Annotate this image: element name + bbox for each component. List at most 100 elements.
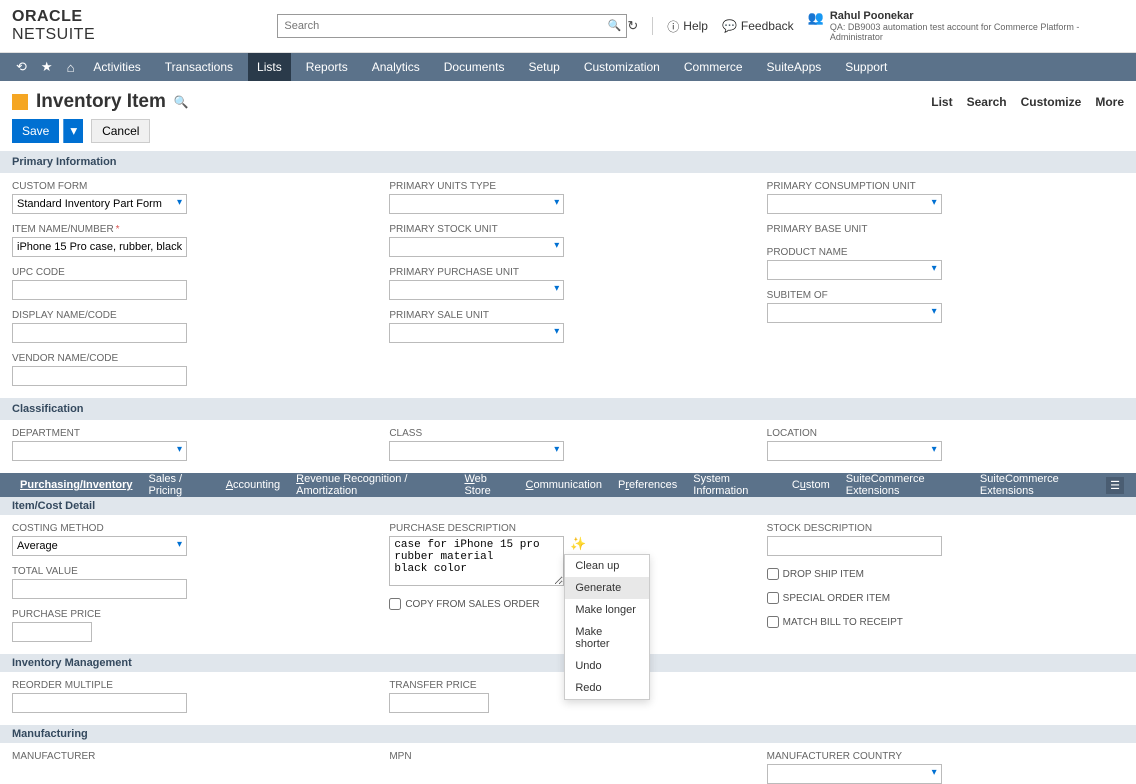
- search-input[interactable]: [277, 14, 627, 38]
- reorder-multiple-label: REORDER MULTIPLE: [12, 680, 369, 691]
- drop-ship-checkbox[interactable]: [767, 568, 779, 580]
- user-role: QA: DB9003 automation test account for C…: [830, 22, 1124, 42]
- purchase-desc-textarea[interactable]: [389, 536, 564, 586]
- menu-make-longer[interactable]: Make longer: [565, 599, 649, 621]
- match-bill-checkbox[interactable]: [767, 616, 779, 628]
- action-search[interactable]: Search: [967, 95, 1007, 109]
- stock-desc-label: STOCK DESCRIPTION: [767, 523, 1124, 534]
- stock-desc-input[interactable]: [767, 536, 942, 556]
- tab-sales-pricing[interactable]: Sales / Pricing: [140, 468, 217, 502]
- tab-menu-icon[interactable]: ☰: [1106, 477, 1124, 494]
- tab-suitecommerce-ext-1[interactable]: SuiteCommerce Extensions: [838, 468, 972, 502]
- nav-lists[interactable]: Lists: [248, 53, 291, 81]
- nav-activities[interactable]: Activities: [84, 53, 149, 81]
- main-nav: ⟲ ★ ⌂ Activities Transactions Lists Repo…: [0, 53, 1136, 81]
- custom-form-select[interactable]: [12, 194, 187, 214]
- tab-revenue[interactable]: Revenue Recognition / Amortization: [288, 468, 456, 502]
- action-more[interactable]: More: [1095, 95, 1124, 109]
- class-label: CLASS: [389, 428, 746, 439]
- search-icon[interactable]: 🔍: [608, 19, 622, 32]
- copy-from-sales-checkbox[interactable]: [389, 598, 401, 610]
- feedback-link[interactable]: 💬 Feedback: [722, 19, 794, 33]
- location-select[interactable]: [767, 441, 942, 461]
- costing-method-label: COSTING METHOD: [12, 523, 369, 534]
- nav-setup[interactable]: Setup: [519, 53, 568, 81]
- total-value-label: TOTAL VALUE: [12, 566, 369, 577]
- tab-web-store[interactable]: Web Store: [456, 468, 517, 502]
- menu-undo[interactable]: Undo: [565, 655, 649, 677]
- page-icon: [12, 94, 28, 110]
- menu-generate[interactable]: Generate: [565, 577, 649, 599]
- nav-transactions[interactable]: Transactions: [156, 53, 242, 81]
- save-dropdown[interactable]: ▾: [63, 119, 83, 143]
- sale-unit-label: PRIMARY SALE UNIT: [389, 310, 746, 321]
- product-name-select[interactable]: [767, 260, 942, 280]
- purchase-desc-label: PURCHASE DESCRIPTION: [389, 523, 746, 534]
- class-select[interactable]: [389, 441, 564, 461]
- subtab-bar: Purchasing/Inventory Sales / Pricing Acc…: [0, 473, 1136, 497]
- consumption-unit-select[interactable]: [767, 194, 942, 214]
- action-list[interactable]: List: [931, 95, 952, 109]
- transfer-price-input[interactable]: [389, 693, 489, 713]
- purchase-unit-label: PRIMARY PURCHASE UNIT: [389, 267, 746, 278]
- stock-unit-select[interactable]: [389, 237, 564, 257]
- special-order-label: SPECIAL ORDER ITEM: [783, 593, 890, 604]
- user-icon[interactable]: 👥: [808, 10, 824, 26]
- favorites-icon[interactable]: ★: [37, 59, 57, 75]
- save-button[interactable]: Save: [12, 119, 59, 143]
- manufacturer-label: MANUFACTURER: [12, 751, 369, 762]
- copy-from-sales-label: COPY FROM SALES ORDER: [405, 599, 539, 610]
- cancel-button[interactable]: Cancel: [91, 119, 150, 143]
- total-value-input[interactable]: [12, 579, 187, 599]
- tab-suitecommerce-ext-2[interactable]: SuiteCommerce Extensions: [972, 468, 1106, 502]
- action-customize[interactable]: Customize: [1021, 95, 1082, 109]
- department-select[interactable]: [12, 441, 187, 461]
- section-manufacturing: Manufacturing: [0, 725, 1136, 743]
- consumption-unit-label: PRIMARY CONSUMPTION UNIT: [767, 181, 1124, 192]
- tab-preferences[interactable]: Preferences: [610, 474, 685, 496]
- purchase-unit-select[interactable]: [389, 280, 564, 300]
- ai-assist-icon[interactable]: ✨: [570, 536, 586, 551]
- special-order-checkbox[interactable]: [767, 592, 779, 604]
- nav-customization[interactable]: Customization: [575, 53, 669, 81]
- tab-system-info[interactable]: System Information: [685, 468, 784, 502]
- nav-support[interactable]: Support: [836, 53, 896, 81]
- custom-form-label: CUSTOM FORM: [12, 181, 369, 192]
- quick-add-icon[interactable]: ↻: [627, 18, 638, 34]
- subitem-select[interactable]: [767, 303, 942, 323]
- vendor-name-input[interactable]: [12, 366, 187, 386]
- display-name-label: DISPLAY NAME/CODE: [12, 310, 369, 321]
- display-name-input[interactable]: [12, 323, 187, 343]
- purchase-price-input[interactable]: [12, 622, 92, 642]
- product-name-label: PRODUCT NAME: [767, 247, 1124, 258]
- manufacturer-country-label: MANUFACTURER COUNTRY: [767, 751, 1124, 762]
- manufacturer-country-select[interactable]: [767, 764, 942, 784]
- upc-input[interactable]: [12, 280, 187, 300]
- menu-redo[interactable]: Redo: [565, 677, 649, 699]
- units-type-select[interactable]: [389, 194, 564, 214]
- help-link[interactable]: ⓘ Help: [667, 18, 708, 35]
- menu-clean-up[interactable]: Clean up: [565, 555, 649, 577]
- match-bill-label: MATCH BILL TO RECEIPT: [783, 617, 903, 628]
- nav-documents[interactable]: Documents: [435, 53, 514, 81]
- tab-communication[interactable]: Communication: [518, 474, 610, 496]
- reorder-multiple-input[interactable]: [12, 693, 187, 713]
- tab-purchasing-inventory[interactable]: Purchasing/Inventory: [12, 474, 140, 496]
- nav-reports[interactable]: Reports: [297, 53, 357, 81]
- sale-unit-select[interactable]: [389, 323, 564, 343]
- global-search[interactable]: 🔍: [277, 14, 627, 38]
- recent-icon[interactable]: ⟲: [12, 59, 31, 75]
- nav-analytics[interactable]: Analytics: [363, 53, 429, 81]
- nav-suiteapps[interactable]: SuiteApps: [758, 53, 831, 81]
- vendor-name-label: VENDOR NAME/CODE: [12, 353, 369, 364]
- item-name-input[interactable]: [12, 237, 187, 257]
- tab-accounting[interactable]: Accounting: [218, 474, 288, 496]
- section-primary-info: Primary Information: [0, 151, 1136, 173]
- costing-method-select[interactable]: [12, 536, 187, 556]
- nav-commerce[interactable]: Commerce: [675, 53, 752, 81]
- tab-custom[interactable]: Custom: [784, 474, 838, 496]
- page-search-icon[interactable]: 🔍: [174, 95, 189, 109]
- page-title: Inventory Item: [36, 91, 166, 113]
- menu-make-shorter[interactable]: Make shorter: [565, 621, 649, 655]
- home-icon[interactable]: ⌂: [63, 60, 79, 75]
